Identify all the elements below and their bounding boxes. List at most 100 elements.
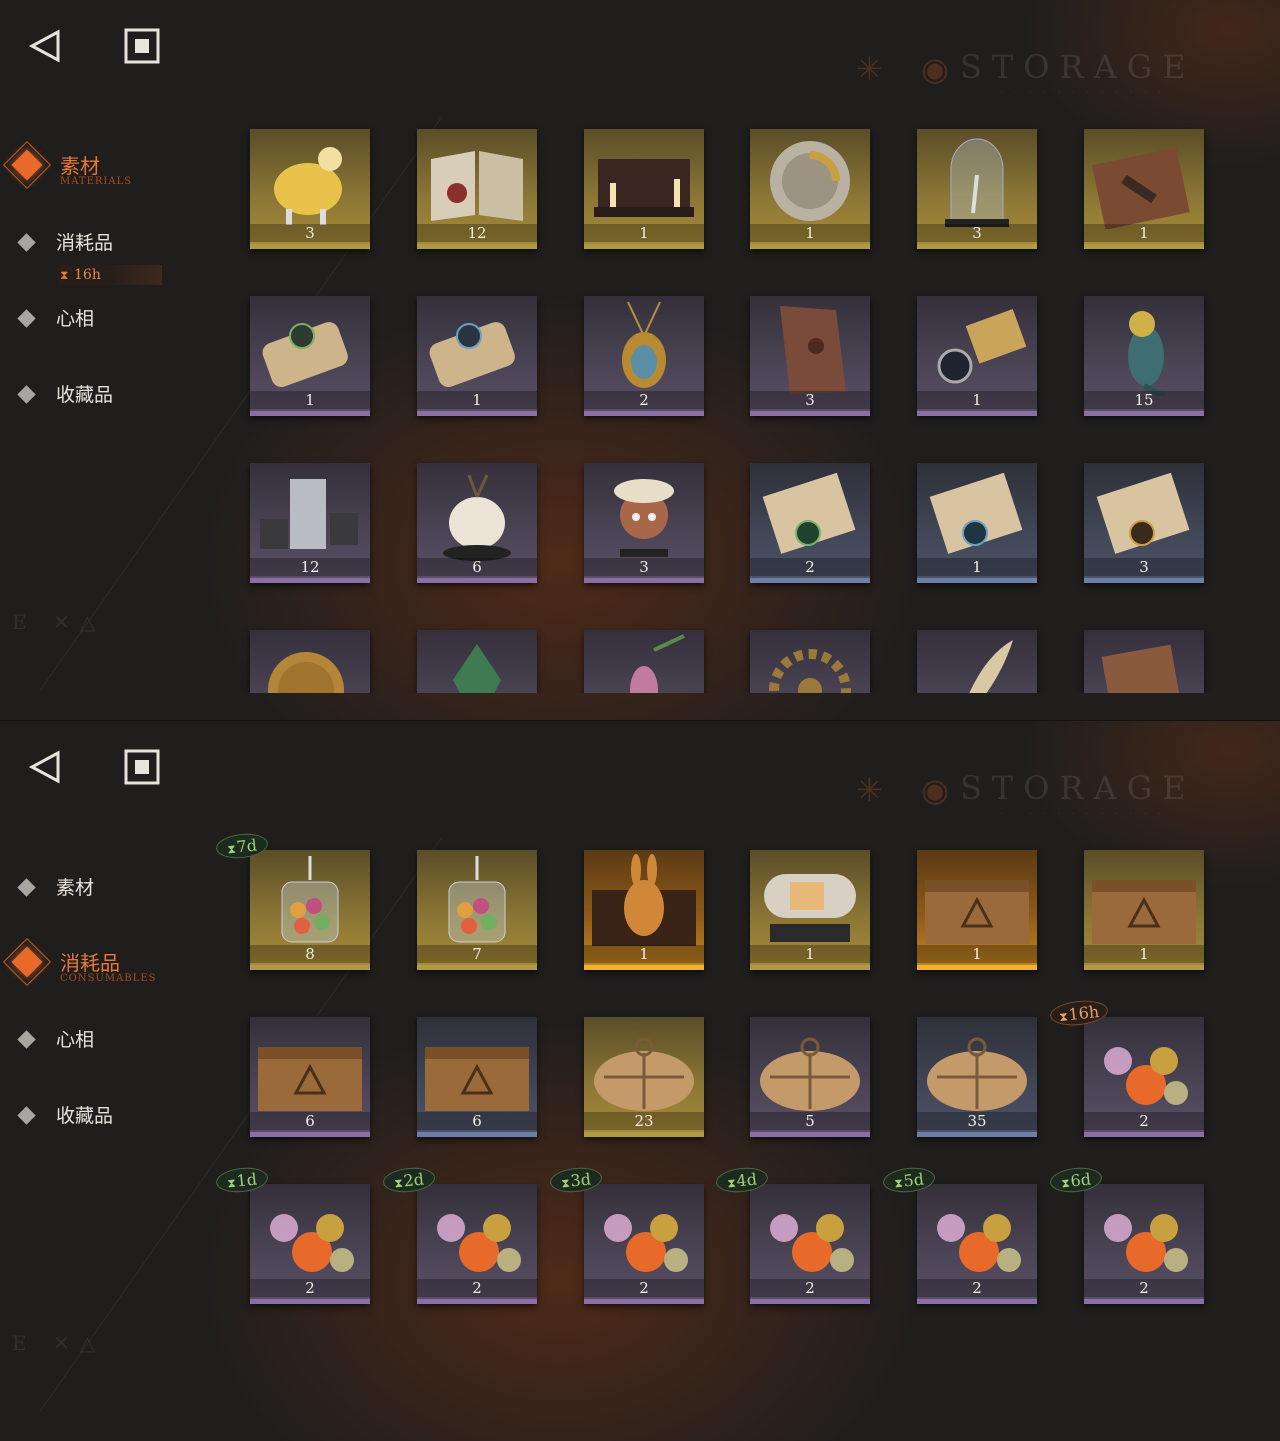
item-slot[interactable]: 2	[584, 1184, 704, 1304]
diamond-icon	[17, 1030, 36, 1049]
item-count: 1	[917, 391, 1037, 409]
item-slot[interactable]: 3	[917, 129, 1037, 249]
item-count: 15	[1084, 391, 1204, 409]
candies-icon	[937, 1214, 1021, 1272]
item-slot[interactable]: 7	[417, 850, 537, 970]
candies-icon	[1104, 1047, 1188, 1105]
storage-title: STORAGE	[960, 769, 1196, 807]
item-grid-viewport: 3 12 1 1 3 1 1 1 2 3 1 15 12 6 3 2 1 3	[0, 0, 1280, 693]
item-slot[interactable]: 6	[250, 1017, 370, 1137]
rarity-band	[250, 965, 370, 970]
silver-ingot-icon	[260, 479, 358, 549]
item-slot[interactable]: 3	[584, 463, 704, 583]
item-slot[interactable]: 1	[1084, 850, 1204, 970]
rarity-band	[750, 965, 870, 970]
expiry-badge-text: 16h	[1067, 1001, 1101, 1025]
item-slot[interactable]: 1	[750, 129, 870, 249]
item-slot[interactable]: 2	[250, 1184, 370, 1304]
item-count: 3	[1084, 558, 1204, 576]
open-book-icon	[431, 151, 523, 221]
item-slot[interactable]: 3	[250, 129, 370, 249]
item-count: 1	[1084, 224, 1204, 242]
item-slot[interactable]	[750, 630, 870, 693]
flower-icon	[630, 634, 685, 693]
rarity-band	[417, 244, 537, 249]
wooden-crate-icon	[1092, 880, 1196, 944]
item-slot[interactable]	[584, 630, 704, 693]
item-count: 1	[750, 224, 870, 242]
wooden-crate-icon	[925, 880, 1029, 944]
item-slot[interactable]	[1084, 630, 1204, 693]
rarity-band	[250, 1132, 370, 1137]
rarity-band	[417, 965, 537, 970]
item-count: 2	[750, 1279, 870, 1297]
item-slot[interactable]: 2	[584, 296, 704, 416]
item-slot[interactable]: 1	[917, 463, 1037, 583]
rarity-band	[417, 1132, 537, 1137]
item-count: 3	[584, 558, 704, 576]
item-slot[interactable]: 2	[917, 1184, 1037, 1304]
rarity-band	[250, 411, 370, 416]
item-slot[interactable]: 6	[417, 1017, 537, 1137]
item-count: 2	[584, 391, 704, 409]
item-slot[interactable]: 2	[1084, 1017, 1204, 1137]
item-slot[interactable]: 2	[417, 1184, 537, 1304]
item-slot[interactable]: 3	[1084, 463, 1204, 583]
item-count: 3	[250, 224, 370, 242]
item-slot[interactable]: 35	[917, 1017, 1037, 1137]
item-slot[interactable]: 1	[417, 296, 537, 416]
green-crystal-icon	[453, 644, 501, 693]
item-slot[interactable]: 1	[250, 296, 370, 416]
item-count: 2	[1084, 1279, 1204, 1297]
item-count: 2	[750, 558, 870, 576]
item-slot[interactable]	[417, 630, 537, 693]
hourglass-icon: ⧗	[560, 1175, 571, 1191]
item-count: 8	[250, 945, 370, 963]
rarity-band	[584, 578, 704, 583]
stone-tablet-icon	[780, 306, 846, 394]
gear-icon	[769, 649, 851, 693]
item-slot[interactable]: 12	[417, 129, 537, 249]
nav-item-label: 消耗品	[60, 951, 120, 975]
diamond-icon	[17, 878, 36, 897]
ouija-board-icon	[594, 159, 694, 217]
paper-parcel-icon	[760, 1037, 860, 1111]
rarity-band	[250, 1299, 370, 1304]
item-slot[interactable]: 6	[417, 463, 537, 583]
rarity-band	[1084, 244, 1204, 249]
item-slot[interactable]: 5	[750, 1017, 870, 1137]
item-slot[interactable]: 1	[1084, 129, 1204, 249]
item-slot[interactable]: 3	[750, 296, 870, 416]
item-count: 6	[417, 558, 537, 576]
storage-subtitle-decoration: · · · · · · · · · · · ·	[1000, 809, 1166, 820]
item-slot[interactable]: 1	[917, 850, 1037, 970]
item-slot[interactable]: 8	[250, 850, 370, 970]
rarity-band	[417, 1299, 537, 1304]
wooden-crate-icon	[258, 1047, 362, 1111]
nav-item-sublabel: CONSUMABLES	[60, 973, 157, 984]
item-slot[interactable]: 23	[584, 1017, 704, 1137]
item-slot[interactable]: 1	[917, 296, 1037, 416]
item-count: 2	[584, 1279, 704, 1297]
expiry-badge-text: 6d	[1069, 1169, 1092, 1191]
rarity-band	[750, 1132, 870, 1137]
category-sidebar: 素材 消耗品 CONSUMABLES 心相 收藏品	[0, 721, 230, 1441]
item-slot[interactable]: 1	[750, 850, 870, 970]
item-slot[interactable]: 12	[250, 463, 370, 583]
item-slot[interactable]: 2	[750, 463, 870, 583]
item-slot[interactable]	[917, 630, 1037, 693]
candies-icon	[270, 1214, 354, 1272]
scroll-green-seal-icon	[762, 472, 856, 554]
item-slot[interactable]: 2	[1084, 1184, 1204, 1304]
item-slot[interactable]	[250, 630, 370, 693]
candy-jar-icon	[448, 856, 506, 943]
item-count: 1	[584, 945, 704, 963]
rarity-band	[750, 578, 870, 583]
item-slot[interactable]: 15	[1084, 296, 1204, 416]
rarity-band	[584, 1132, 704, 1137]
item-count: 2	[1084, 1112, 1204, 1130]
item-slot[interactable]: 2	[750, 1184, 870, 1304]
item-slot[interactable]: 1	[584, 129, 704, 249]
rarity-band	[250, 578, 370, 583]
item-slot[interactable]: 1	[584, 850, 704, 970]
